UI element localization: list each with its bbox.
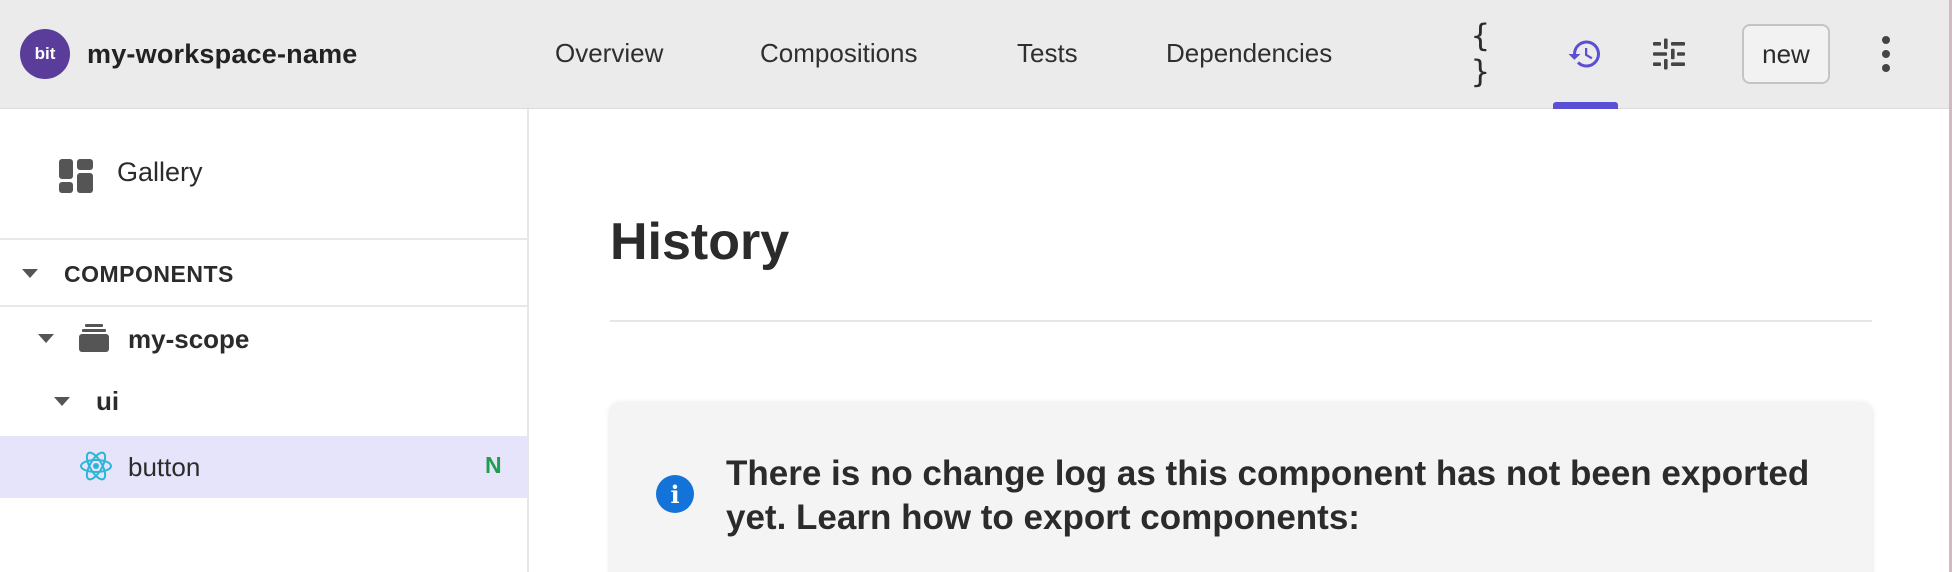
tree-item-component[interactable]: button N: [0, 436, 527, 498]
collapse-caret-icon[interactable]: [38, 334, 54, 343]
notice-message: There is no change log as this component…: [726, 454, 1810, 537]
tab-compositions[interactable]: Compositions: [760, 38, 918, 69]
more-menu-button[interactable]: [1856, 24, 1916, 84]
info-icon: i: [656, 475, 694, 513]
title-divider: [610, 320, 1872, 322]
workspace-logo[interactable]: bit: [20, 29, 70, 79]
scope-icon: [79, 324, 109, 352]
components-header-label: COMPONENTS: [64, 261, 234, 287]
history-icon: [1568, 40, 1600, 68]
tree-item-label: button: [128, 452, 201, 482]
react-icon: [80, 451, 112, 481]
tab-dependencies[interactable]: Dependencies: [1166, 38, 1332, 69]
code-button[interactable]: { }: [1471, 18, 1531, 90]
main-content: History i There is no change log as this…: [531, 109, 1952, 572]
components-section-header[interactable]: COMPONENTS: [0, 240, 527, 307]
page-title: History: [610, 213, 790, 271]
collapse-caret-icon[interactable]: [54, 397, 70, 406]
gallery-label: Gallery: [117, 157, 203, 187]
settings-button[interactable]: [1639, 24, 1699, 84]
workspace-header[interactable]: bit my-workspace-name: [20, 29, 358, 79]
tree-item-label: ui: [96, 386, 120, 416]
sidebar: Gallery COMPONENTS my-scope ui button N: [0, 109, 529, 572]
collapse-caret-icon[interactable]: [22, 269, 38, 278]
tree-item-namespace[interactable]: ui: [0, 369, 527, 431]
new-status-badge: N: [485, 452, 502, 478]
tab-overview[interactable]: Overview: [555, 38, 663, 69]
new-button[interactable]: new: [1742, 24, 1830, 84]
dashboard-icon: [59, 159, 93, 193]
workspace-name[interactable]: my-workspace-name: [87, 39, 358, 70]
top-bar: bit my-workspace-name Overview Compositi…: [0, 0, 1952, 109]
tree-item-label: my-scope: [128, 324, 250, 354]
more-vertical-icon: [1882, 36, 1890, 72]
tree-item-scope[interactable]: my-scope: [0, 307, 527, 369]
active-tab-indicator: [1553, 102, 1618, 109]
history-button[interactable]: [1555, 24, 1615, 84]
gallery-link[interactable]: Gallery: [0, 109, 527, 240]
tab-tests[interactable]: Tests: [1017, 38, 1078, 69]
code-braces-icon: { }: [1471, 18, 1492, 90]
sliders-icon: [1653, 38, 1685, 70]
info-notice: i There is no change log as this compone…: [610, 402, 1872, 572]
